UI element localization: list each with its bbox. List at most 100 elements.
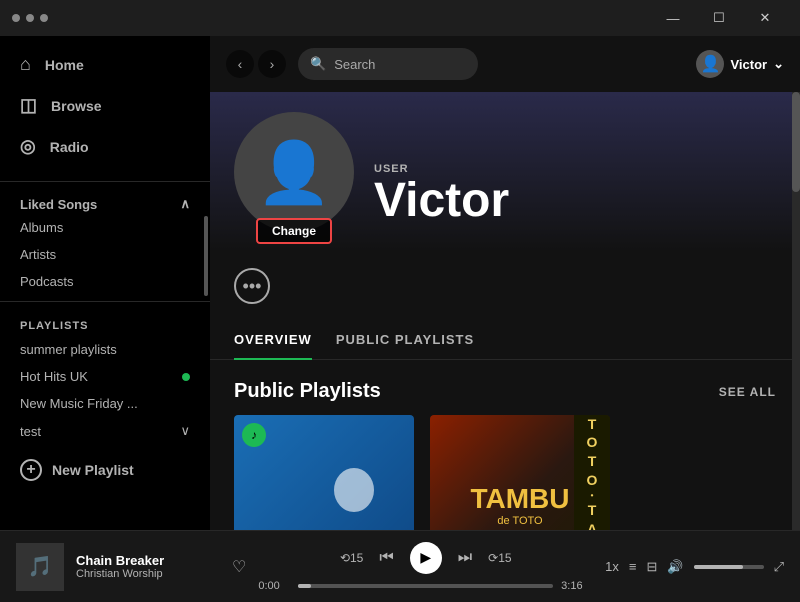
- liked-songs-label: Liked Songs: [20, 197, 97, 212]
- maximize-button[interactable]: ☐: [696, 0, 742, 36]
- toto-side-strip: T O T O • T A M B U: [574, 415, 610, 530]
- queue-button[interactable]: ≡: [629, 559, 637, 574]
- artists-label: Artists: [20, 247, 56, 262]
- progress-bar[interactable]: [298, 584, 553, 588]
- next-button[interactable]: ⏭: [458, 549, 472, 567]
- sidebar-item-home[interactable]: ⌂ Home: [0, 44, 210, 85]
- toto-letter-a: A: [587, 521, 597, 530]
- albums-label: Albums: [20, 220, 63, 235]
- tab-overview[interactable]: OVERVIEW: [234, 320, 312, 359]
- user-name: Victor: [730, 57, 767, 72]
- sidebar-item-radio[interactable]: ◎ Radio: [0, 126, 210, 167]
- sidebar-item-podcasts[interactable]: Podcasts: [0, 268, 210, 295]
- window-controls: — ☐ ✕: [650, 0, 788, 36]
- toto-letter-ta: T: [588, 502, 597, 519]
- nmf-card-bg: ♪ New Music FRIDAY: [234, 415, 414, 530]
- volume-bar[interactable]: [694, 565, 764, 569]
- player-extra-controls: 1x ≡ ⊟ 🔊 ⤢: [605, 559, 784, 575]
- sidebar-playlist-test[interactable]: test ∨: [0, 417, 210, 445]
- search-label: Search: [334, 57, 375, 72]
- scrollbar-thumb[interactable]: [792, 92, 800, 192]
- test-label: test: [20, 424, 41, 439]
- chevron-down-icon: ∨: [180, 423, 190, 439]
- forward-button[interactable]: ›: [258, 50, 286, 78]
- new-playlist-button[interactable]: + New Playlist: [0, 449, 210, 491]
- playlist-card-tambu[interactable]: TAMBU de TOTO T O T O • T A M B U: [430, 415, 610, 530]
- plus-icon: +: [20, 459, 42, 481]
- skip-back-button[interactable]: ⟲15: [340, 551, 363, 565]
- player-track-name: Chain Breaker: [76, 553, 216, 568]
- profile-section: 👤 Change USER Victor: [210, 92, 800, 252]
- profile-name: Victor: [374, 175, 509, 228]
- dot-3: [40, 14, 48, 22]
- change-photo-button[interactable]: Change: [256, 218, 332, 244]
- playback-buttons: ⟲15 ⏮ ▶ ⏭ ⟳15: [340, 542, 512, 574]
- tambu-card-bg: TAMBU de TOTO T O T O • T A M B U: [430, 415, 610, 530]
- see-all-button[interactable]: SEE ALL: [719, 385, 776, 399]
- back-button[interactable]: ‹: [226, 50, 254, 78]
- player-bar: 🎵 Chain Breaker Christian Worship ♡ ⟲15 …: [0, 530, 800, 602]
- podcasts-label: Podcasts: [20, 274, 73, 289]
- like-button[interactable]: ♡: [232, 557, 246, 577]
- sidebar-nav: ⌂ Home ◫ Browse ◎ Radio: [0, 36, 210, 175]
- title-bar: — ☐ ✕: [0, 0, 800, 36]
- close-button[interactable]: ✕: [742, 0, 788, 36]
- minimize-button[interactable]: —: [650, 0, 696, 36]
- radio-icon: ◎: [20, 136, 36, 157]
- library-header-row: Liked Songs ∧: [0, 188, 210, 214]
- dot-2: [26, 14, 34, 22]
- player-album-art: 🎵: [16, 543, 64, 591]
- chevron-down-icon: ⌄: [773, 56, 784, 72]
- section-title: Public Playlists: [234, 380, 381, 403]
- sidebar: ⌂ Home ◫ Browse ◎ Radio Liked Songs ∧ Al…: [0, 36, 210, 530]
- profile-actions: •••: [210, 252, 800, 320]
- sidebar-item-artists[interactable]: Artists: [0, 241, 210, 268]
- time-total: 3:16: [561, 580, 593, 592]
- user-avatar-icon: 👤: [696, 50, 724, 78]
- summer-playlists-label: summer playlists: [20, 342, 117, 357]
- sidebar-scrollbar[interactable]: [204, 216, 208, 296]
- divider-1: [0, 181, 210, 182]
- volume-fill: [694, 565, 743, 569]
- home-icon: ⌂: [20, 54, 31, 75]
- green-dot-icon: [182, 373, 190, 381]
- progress-fill: [298, 584, 311, 588]
- profile-avatar: 👤 Change: [234, 112, 354, 232]
- volume-icon: 🔊: [667, 559, 683, 575]
- search-bar[interactable]: 🔍 Search: [298, 48, 478, 80]
- fullscreen-button[interactable]: ⤢: [774, 559, 784, 575]
- sidebar-playlist-summer[interactable]: summer playlists: [0, 336, 210, 363]
- player-artist-name: Christian Worship: [76, 568, 216, 580]
- sidebar-playlist-newmusic[interactable]: New Music Friday ...: [0, 390, 210, 417]
- skip-forward-button[interactable]: ⟳15: [488, 551, 511, 565]
- toto-letter-t1: T: [588, 416, 597, 433]
- playlists-section-label: Playlists: [0, 308, 210, 336]
- change-btn-container: Change: [256, 218, 332, 244]
- sidebar-browse-label: Browse: [51, 98, 102, 114]
- hot-hits-label: Hot Hits UK: [20, 369, 88, 384]
- devices-button[interactable]: ⊟: [647, 559, 658, 575]
- main-scrollbar[interactable]: [792, 92, 800, 530]
- browse-icon: ◫: [20, 95, 37, 116]
- sidebar-radio-label: Radio: [50, 139, 89, 155]
- time-current: 0:00: [258, 580, 290, 592]
- tab-public-playlists[interactable]: PUBLIC PLAYLISTS: [336, 320, 474, 359]
- user-menu[interactable]: 👤 Victor ⌄: [696, 50, 784, 78]
- sidebar-playlist-hothits[interactable]: Hot Hits UK: [0, 363, 210, 390]
- tambu-title: TAMBU: [470, 483, 569, 515]
- search-icon: 🔍: [310, 56, 326, 72]
- toto-letter-dot: •: [591, 491, 594, 501]
- sidebar-item-albums[interactable]: Albums: [0, 214, 210, 241]
- speed-button[interactable]: 1x: [605, 559, 619, 574]
- more-options-button[interactable]: •••: [234, 268, 270, 304]
- sidebar-item-browse[interactable]: ◫ Browse: [0, 85, 210, 126]
- play-pause-button[interactable]: ▶: [410, 542, 442, 574]
- player-track-info: Chain Breaker Christian Worship: [76, 553, 216, 580]
- playlist-card-nmf[interactable]: ♪ New Music FRIDAY: [234, 415, 414, 530]
- prev-button[interactable]: ⏮: [379, 549, 393, 567]
- chevron-up-icon: ∧: [180, 196, 190, 212]
- playlist-grid: ♪ New Music FRIDAY: [210, 415, 800, 530]
- nmf-person-illustration: [304, 465, 404, 530]
- tambu-subtitle: de TOTO: [470, 515, 569, 527]
- window-dots: [12, 14, 48, 22]
